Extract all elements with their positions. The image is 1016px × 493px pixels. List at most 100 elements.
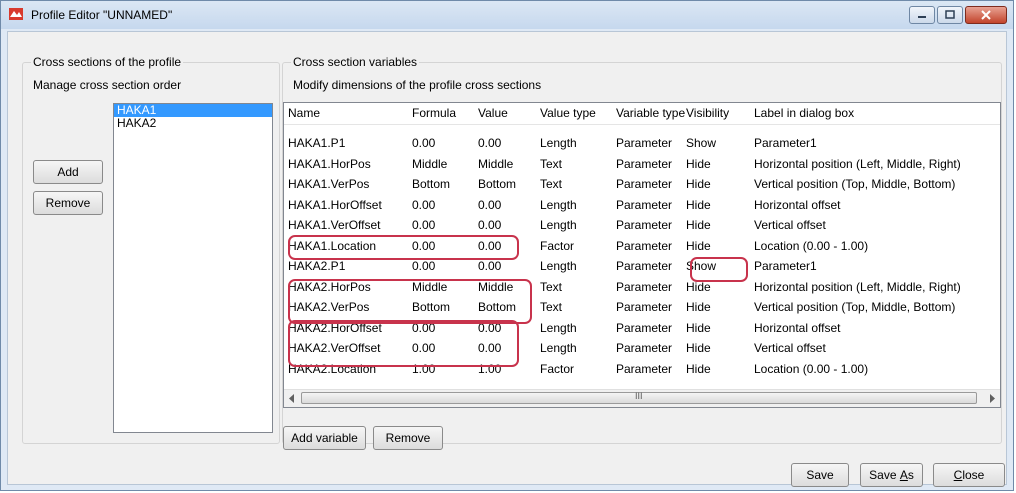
variable-type-cell[interactable]: Parameter	[616, 277, 672, 298]
formula-cell[interactable]: Middle	[412, 154, 447, 175]
value-cell[interactable]: 0.00	[478, 195, 501, 216]
minimize-button[interactable]	[909, 6, 935, 24]
label-cell[interactable]: Horizontal offset	[754, 318, 841, 339]
formula-cell[interactable]: Bottom	[412, 174, 450, 195]
name-cell[interactable]: HAKA1.HorPos	[288, 154, 371, 175]
value-cell[interactable]: 0.00	[478, 133, 501, 154]
formula-cell[interactable]: 1.00	[412, 359, 435, 380]
column-header[interactable]: Value	[478, 103, 508, 124]
variable-type-cell[interactable]: Parameter	[616, 236, 672, 257]
cross-section-list[interactable]: HAKA1 HAKA2	[113, 103, 273, 433]
formula-cell[interactable]: 0.00	[412, 215, 435, 236]
value-type-cell[interactable]: Text	[540, 297, 562, 318]
table-row[interactable]: HAKA2.P1 0.00 0.00 Length Parameter Show Param…	[284, 256, 1000, 277]
visibility-cell[interactable]: Show	[686, 256, 716, 277]
list-item[interactable]: HAKA2	[114, 117, 272, 130]
value-type-cell[interactable]: Length	[540, 256, 577, 277]
visibility-cell[interactable]: Hide	[686, 338, 711, 359]
name-cell[interactable]: HAKA2.HorPos	[288, 277, 371, 298]
add-variable-button[interactable]: Add variable	[283, 426, 366, 450]
value-type-cell[interactable]: Length	[540, 133, 577, 154]
scroll-left-icon[interactable]	[288, 394, 296, 403]
maximize-button[interactable]	[937, 6, 963, 24]
name-cell[interactable]: HAKA2.Location	[288, 359, 376, 380]
formula-cell[interactable]: 0.00	[412, 338, 435, 359]
label-cell[interactable]: Vertical position (Top, Middle, Bottom)	[754, 174, 955, 195]
formula-cell[interactable]: 0.00	[412, 236, 435, 257]
name-cell[interactable]: HAKA2.VerPos	[288, 297, 369, 318]
variable-type-cell[interactable]: Parameter	[616, 154, 672, 175]
column-header[interactable]: Value type	[540, 103, 596, 124]
table-row[interactable]: HAKA1.VerOffset 0.00 0.00 Length Parameter Hi…	[284, 215, 1000, 236]
table-row[interactable]: HAKA1.VerPos Bottom Bottom Text Parameter Hid…	[284, 174, 1000, 195]
value-cell[interactable]: Middle	[478, 154, 513, 175]
label-cell[interactable]: Location (0.00 - 1.00)	[754, 236, 868, 257]
variable-type-cell[interactable]: Parameter	[616, 297, 672, 318]
formula-cell[interactable]: Bottom	[412, 297, 450, 318]
name-cell[interactable]: HAKA1.P1	[288, 133, 345, 154]
value-cell[interactable]: 0.00	[478, 256, 501, 277]
visibility-cell[interactable]: Hide	[686, 297, 711, 318]
visibility-cell[interactable]: Show	[686, 133, 716, 154]
formula-cell[interactable]: 0.00	[412, 195, 435, 216]
value-type-cell[interactable]: Length	[540, 195, 577, 216]
value-type-cell[interactable]: Length	[540, 338, 577, 359]
label-cell[interactable]: Vertical offset	[754, 338, 826, 359]
value-type-cell[interactable]: Factor	[540, 236, 574, 257]
visibility-cell[interactable]: Hide	[686, 195, 711, 216]
value-cell[interactable]: Bottom	[478, 297, 516, 318]
formula-cell[interactable]: 0.00	[412, 133, 435, 154]
variable-type-cell[interactable]: Parameter	[616, 359, 672, 380]
label-cell[interactable]: Horizontal offset	[754, 195, 841, 216]
horizontal-scrollbar[interactable]: III	[284, 389, 1000, 407]
variable-type-cell[interactable]: Parameter	[616, 133, 672, 154]
variables-table[interactable]: Name Formula Value Value type Variable t…	[283, 102, 1001, 408]
variable-type-cell[interactable]: Parameter	[616, 195, 672, 216]
variable-type-cell[interactable]: Parameter	[616, 256, 672, 277]
variable-type-cell[interactable]: Parameter	[616, 338, 672, 359]
value-type-cell[interactable]: Length	[540, 215, 577, 236]
value-cell[interactable]: 0.00	[478, 215, 501, 236]
label-cell[interactable]: Horizontal position (Left, Middle, Right…	[754, 154, 961, 175]
formula-cell[interactable]: Middle	[412, 277, 447, 298]
column-header[interactable]: Name	[288, 103, 320, 124]
table-row[interactable]: HAKA2.Location 1.00 1.00 Factor Parameter Hid…	[284, 359, 1000, 380]
variable-type-cell[interactable]: Parameter	[616, 215, 672, 236]
save-button[interactable]: Save	[791, 463, 849, 487]
table-row[interactable]: HAKA1.HorOffset 0.00 0.00 Length Parameter Hi…	[284, 195, 1000, 216]
save-as-button[interactable]: Save As	[860, 463, 923, 487]
add-cross-section-button[interactable]: Add	[33, 160, 103, 184]
visibility-cell[interactable]: Hide	[686, 236, 711, 257]
label-cell[interactable]: Horizontal position (Left, Middle, Right…	[754, 277, 961, 298]
visibility-cell[interactable]: Hide	[686, 277, 711, 298]
visibility-cell[interactable]: Hide	[686, 359, 711, 380]
table-row[interactable]: HAKA1.P1 0.00 0.00 Length Parameter Show Param…	[284, 133, 1000, 154]
visibility-cell[interactable]: Hide	[686, 215, 711, 236]
value-cell[interactable]: Bottom	[478, 174, 516, 195]
label-cell[interactable]: Vertical offset	[754, 215, 826, 236]
scroll-thumb[interactable]: III	[301, 391, 977, 404]
remove-cross-section-button[interactable]: Remove	[33, 191, 103, 215]
close-button[interactable]: Close	[933, 463, 1005, 487]
close-window-button[interactable]	[965, 6, 1007, 24]
remove-variable-button[interactable]: Remove	[373, 426, 443, 450]
column-header[interactable]: Visibility	[686, 103, 729, 124]
value-type-cell[interactable]: Text	[540, 174, 562, 195]
label-cell[interactable]: Vertical position (Top, Middle, Bottom)	[754, 297, 955, 318]
table-row[interactable]: HAKA2.VerPos Bottom Bottom Text Parameter Hid…	[284, 297, 1000, 318]
variable-type-cell[interactable]: Parameter	[616, 318, 672, 339]
column-header[interactable]: Label in dialog box	[754, 103, 854, 124]
name-cell[interactable]: HAKA1.VerOffset	[288, 215, 381, 236]
value-cell[interactable]: 0.00	[478, 338, 501, 359]
value-type-cell[interactable]: Text	[540, 277, 562, 298]
value-type-cell[interactable]: Text	[540, 154, 562, 175]
table-row[interactable]: HAKA1.HorPos Middle Middle Text Parameter Hid…	[284, 154, 1000, 175]
value-cell[interactable]: 0.00	[478, 318, 501, 339]
value-cell[interactable]: 0.00	[478, 236, 501, 257]
label-cell[interactable]: Location (0.00 - 1.00)	[754, 359, 868, 380]
name-cell[interactable]: HAKA1.HorOffset	[288, 195, 382, 216]
label-cell[interactable]: Parameter1	[754, 133, 817, 154]
column-header[interactable]: Formula	[412, 103, 456, 124]
name-cell[interactable]: HAKA2.HorOffset	[288, 318, 382, 339]
scroll-right-icon[interactable]	[988, 394, 996, 403]
